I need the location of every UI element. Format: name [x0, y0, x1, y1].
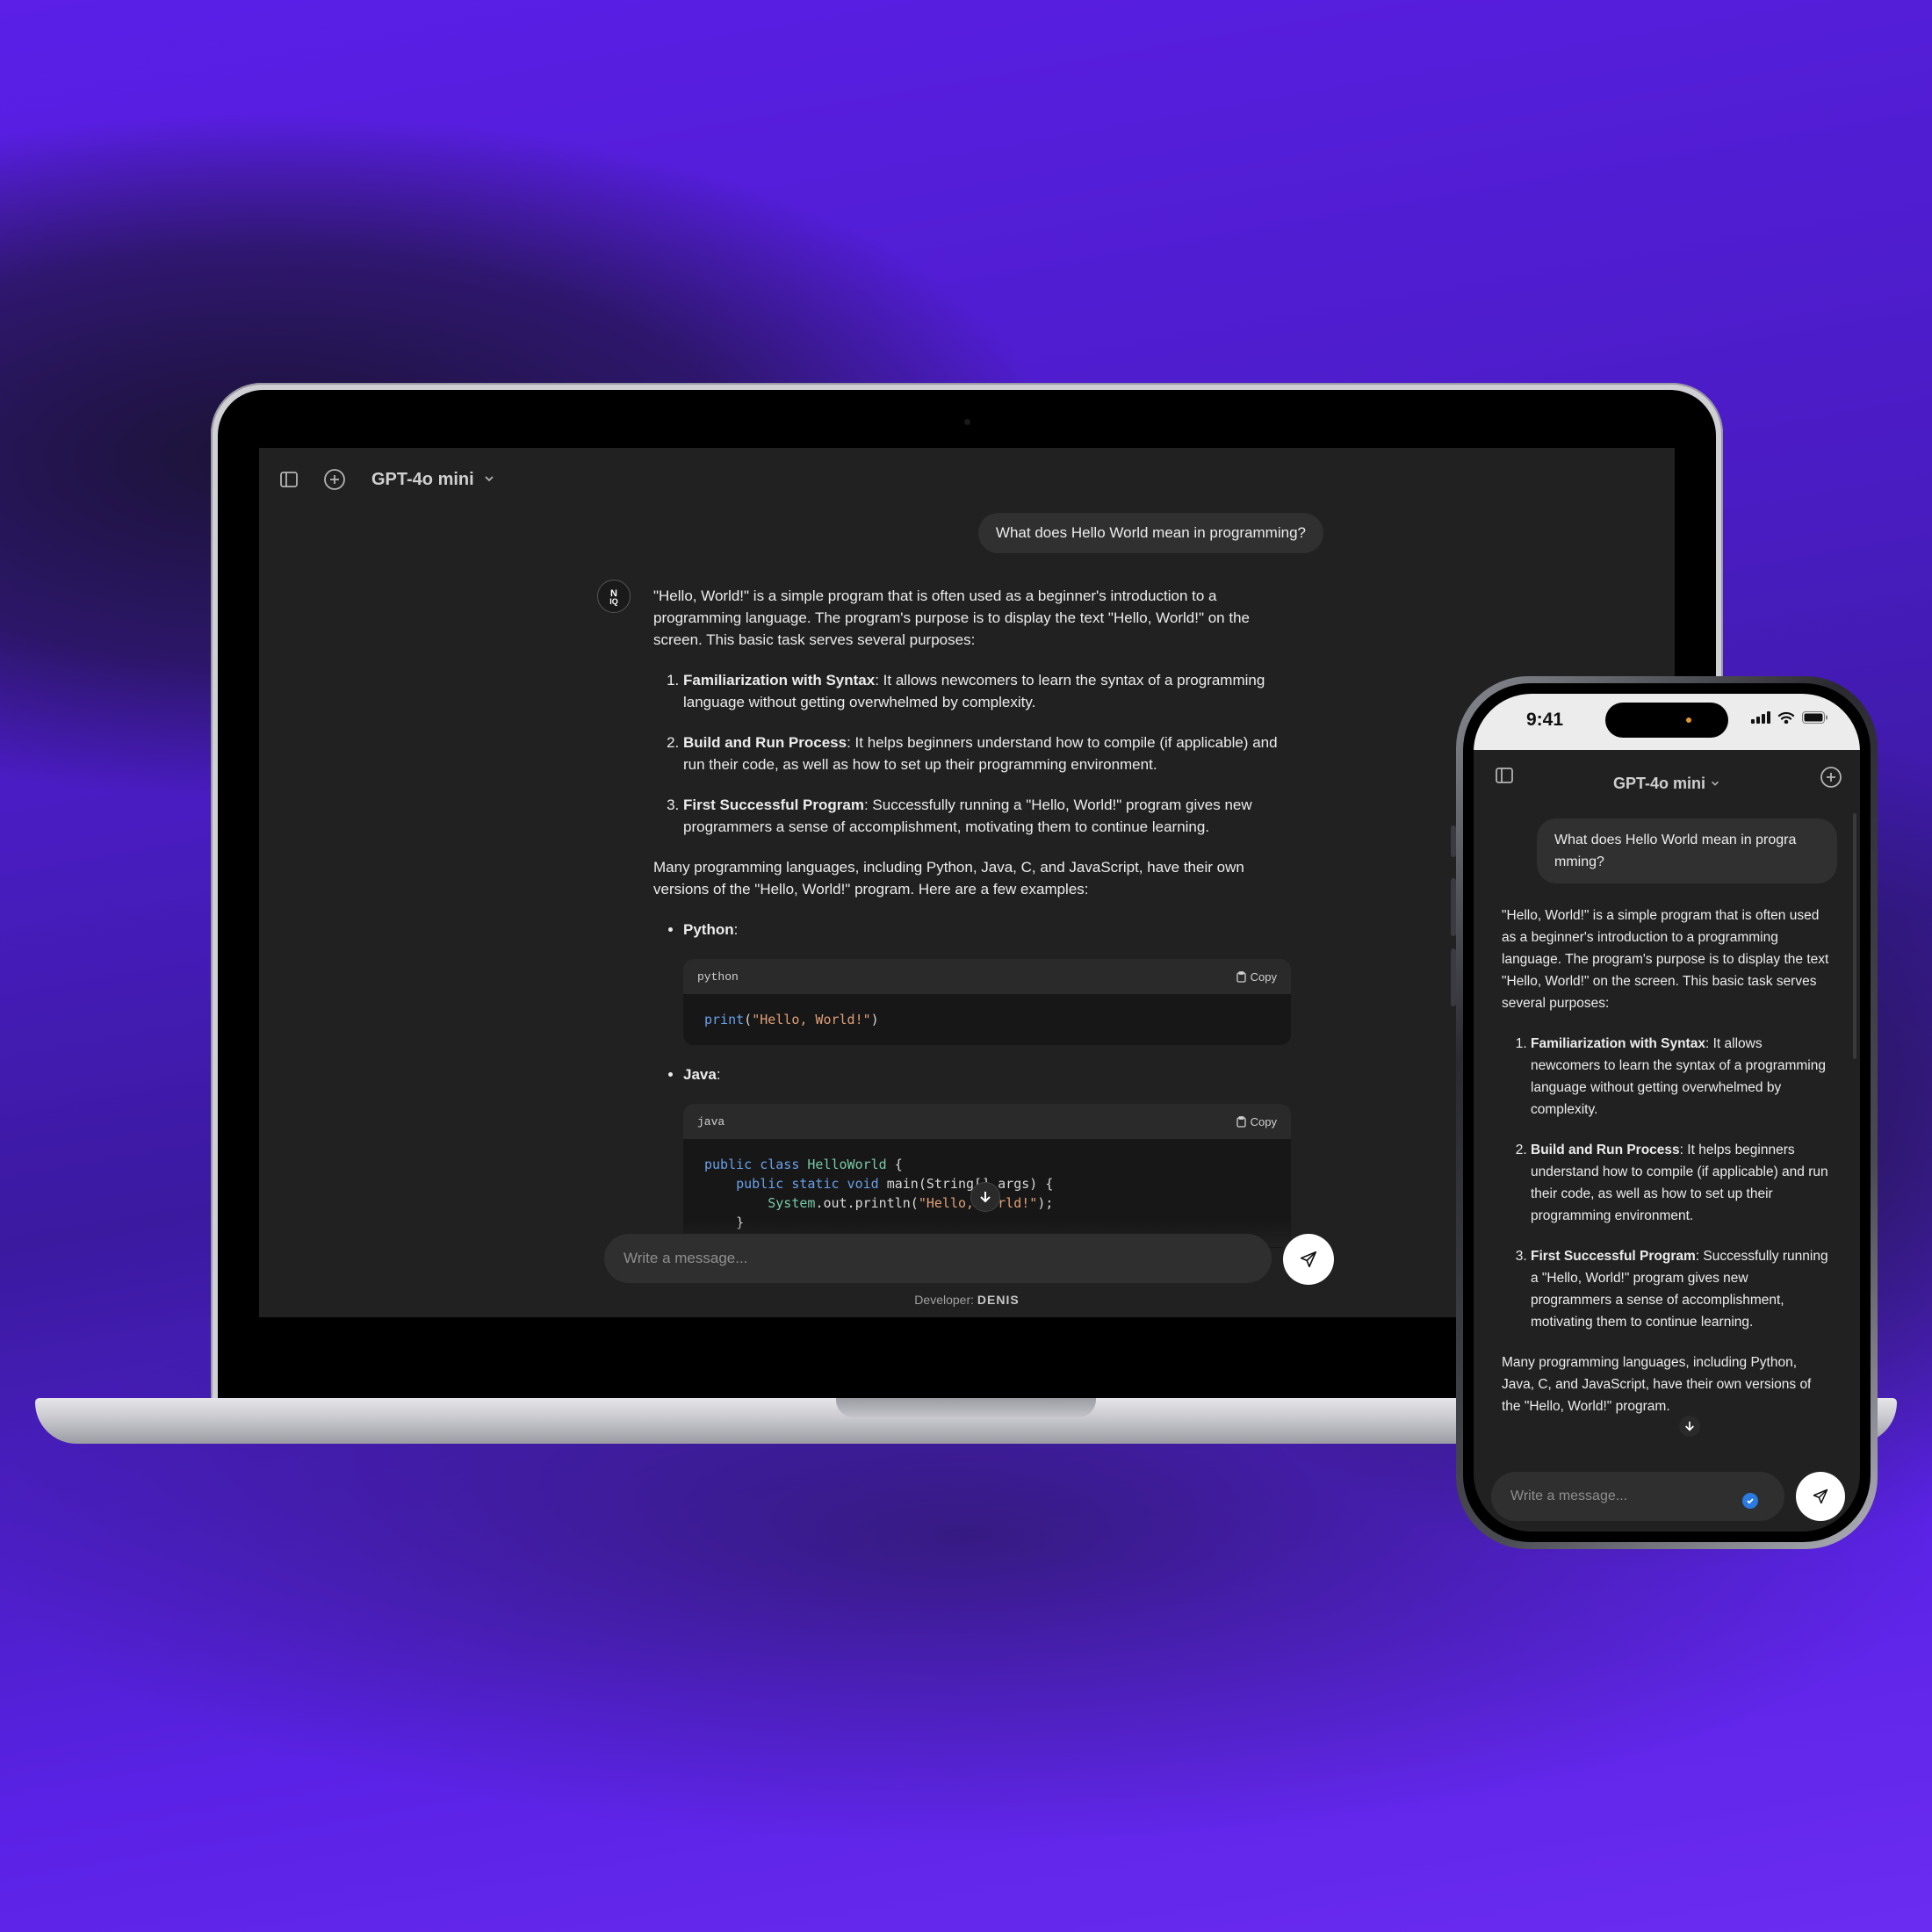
code-token: ( [744, 1012, 753, 1027]
scroll-down-button[interactable] [970, 1182, 1000, 1212]
battery-icon [1802, 711, 1827, 724]
signal-icon [1751, 711, 1770, 724]
code-language-label: python [697, 970, 739, 984]
clipboard-icon [1236, 1115, 1246, 1128]
copy-label: Copy [1250, 970, 1277, 984]
check-badge-icon [1742, 1493, 1758, 1509]
laptop-camera [964, 419, 970, 425]
code-token: "Hello, World!" [752, 1012, 871, 1027]
point-title: Build and Run Process [1531, 1143, 1680, 1157]
camera-indicator [1686, 717, 1691, 723]
content-fade [1474, 1423, 1860, 1458]
arrow-down-icon [980, 1192, 991, 1203]
copy-label: Copy [1250, 1114, 1277, 1128]
user-message-bubble: What does Hello World mean in programmin… [977, 513, 1323, 553]
paper-plane-icon [1300, 1251, 1317, 1268]
examples-intro: Many programming languages, including Py… [653, 859, 1244, 898]
copy-button[interactable]: Copy [1236, 1111, 1277, 1133]
code-token: HelloWorld [807, 1157, 887, 1172]
point-title: Familiarization with Syntax [1531, 1036, 1705, 1051]
code-block-python: python Copy print("Hello, World!") [683, 959, 1291, 1045]
status-time: 9:41 [1526, 710, 1564, 730]
model-selector-label: GPT-4o mini [1612, 775, 1705, 792]
message-input[interactable] [1509, 1488, 1705, 1505]
example-name: Python [683, 921, 734, 938]
dynamic-island [1605, 703, 1728, 738]
point-title: First Successful Program [1531, 1249, 1696, 1264]
clipboard-icon [1236, 970, 1246, 983]
wifi-icon [1777, 711, 1795, 724]
examples-intro: Many programming languages, including Py… [1502, 1355, 1812, 1414]
assistant-answer: "Hello, World!" is a simple program that… [653, 585, 1294, 1266]
developer-name: DENIS [977, 1293, 1020, 1307]
chevron-down-icon [483, 470, 495, 490]
assistant-logo-icon: N IQ [597, 580, 631, 613]
model-selector[interactable]: GPT-4o mini [1474, 775, 1860, 793]
code-body: print("Hello, World!") [683, 994, 1291, 1045]
status-bar: 9:41 [1474, 694, 1860, 750]
list-item: Build and Run Process: It helps beginner… [683, 732, 1294, 775]
send-button[interactable] [1283, 1234, 1334, 1285]
answer-points-list: Familiarization with Syntax: It allows n… [1502, 1033, 1830, 1333]
paper-plane-icon [1813, 1489, 1828, 1504]
new-chat-icon[interactable] [322, 467, 347, 492]
developer-label: Developer: [914, 1293, 974, 1307]
user-message-bubble: What does Hello World mean in progra mmi… [1537, 818, 1837, 883]
list-item: Familiarization with Syntax: It allows n… [1531, 1033, 1830, 1121]
point-title: Familiarization with Syntax [683, 672, 876, 688]
code-token: public static void [704, 1176, 887, 1192]
point-title: Build and Run Process [683, 734, 847, 751]
message-input[interactable] [622, 1249, 1272, 1268]
code-token: .out.println( [815, 1195, 919, 1211]
code-token: ) [870, 1012, 879, 1027]
code-token: main(String[] args) { [886, 1176, 1054, 1192]
code-token: public class [704, 1157, 808, 1172]
send-button[interactable] [1796, 1472, 1845, 1521]
code-language-label: java [697, 1114, 725, 1128]
code-token: System [704, 1195, 816, 1211]
arrow-down-icon [1685, 1421, 1694, 1431]
list-item: Python: python Copy print("Hello, World!… [683, 919, 1294, 1045]
code-token: ); [1037, 1195, 1054, 1211]
message-composer[interactable] [604, 1234, 1272, 1283]
answer-points-list: Familiarization with Syntax: It allows n… [653, 669, 1294, 838]
scrollbar[interactable] [1853, 813, 1856, 1059]
phone-chat-screen: 9:41 GPT-4o mini What does Hello World m… [1474, 694, 1860, 1532]
list-item: First Successful Program: Successfully r… [683, 794, 1294, 838]
code-token: print [704, 1012, 745, 1027]
list-item: Familiarization with Syntax: It allows n… [683, 669, 1294, 713]
message-composer[interactable] [1491, 1472, 1784, 1521]
point-title: First Successful Program [683, 797, 864, 813]
svg-text:IQ: IQ [609, 597, 618, 606]
chevron-down-icon [1712, 781, 1719, 786]
copy-button[interactable]: Copy [1236, 966, 1277, 988]
status-icons [1751, 711, 1828, 724]
scroll-down-button[interactable] [1679, 1416, 1700, 1437]
code-block-header: python Copy [683, 959, 1291, 994]
answer-intro: "Hello, World!" is a simple program that… [653, 588, 1250, 648]
sidebar-toggle-icon[interactable] [277, 467, 301, 492]
code-token: { [886, 1157, 903, 1172]
chat-topbar: GPT-4o mini [277, 462, 495, 497]
new-chat-icon[interactable] [1820, 766, 1842, 793]
code-block-header: java Copy [683, 1104, 1291, 1139]
assistant-answer: "Hello, World!" is a simple program that… [1502, 905, 1830, 1436]
model-selector-label: GPT-4o mini [371, 469, 474, 489]
list-item: First Successful Program: Successfully r… [1531, 1245, 1830, 1333]
model-selector[interactable]: GPT-4o mini [371, 470, 495, 490]
laptop-notch [836, 1398, 1096, 1417]
list-item: Build and Run Process: It helps beginner… [1531, 1139, 1830, 1227]
answer-intro: "Hello, World!" is a simple program that… [1502, 908, 1829, 1011]
example-name: Java [683, 1066, 717, 1083]
